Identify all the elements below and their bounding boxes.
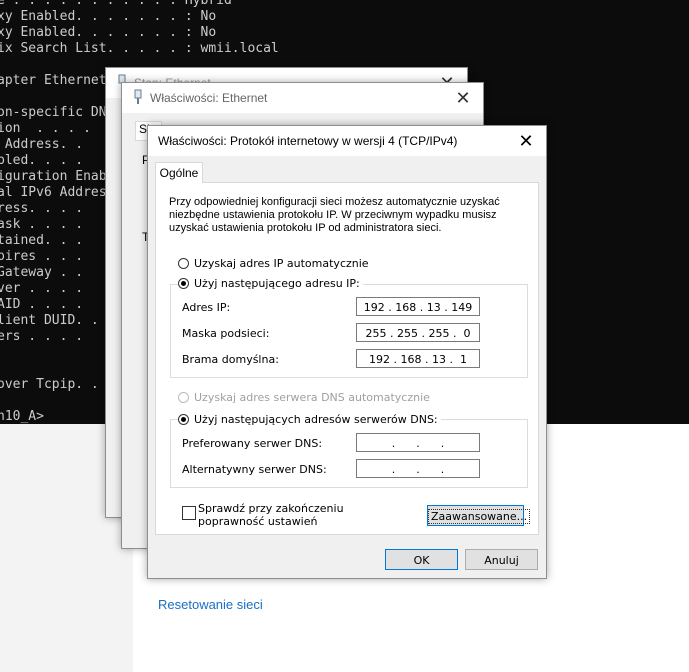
default-gateway-field[interactable]: 192 . 168 . 13 . 1	[356, 349, 480, 368]
window-title: Właściwości: Ethernet	[150, 91, 268, 105]
terminal-line: e . . . . . . . . . . : Hybrid	[0, 0, 232, 8]
preferred-dns-label: Preferowany serwer DNS:	[182, 437, 323, 450]
verify-settings-checkbox[interactable]	[182, 506, 196, 520]
terminal-line: bled. . . .	[0, 153, 84, 168]
terminal-line: ask . . . .	[0, 217, 84, 232]
close-icon[interactable]: ✕	[512, 128, 540, 154]
ip-address-field[interactable]: 192 . 168 . 13 . 149	[356, 297, 480, 316]
radio-icon	[178, 392, 189, 403]
preferred-dns-field[interactable]: . . .	[356, 433, 480, 452]
terminal-line: ion . . . .	[0, 121, 91, 136]
alternate-dns-field[interactable]: . . .	[356, 459, 480, 478]
terminal-line: al IPv6 Addres	[0, 185, 107, 200]
terminal-line: Gateway . .	[0, 265, 84, 280]
subnet-mask-label: Maska podsieci:	[182, 327, 270, 340]
cancel-button[interactable]: Anuluj	[465, 549, 538, 570]
radio-icon	[178, 414, 189, 425]
manual-dns-label: Użyj następujących adresów serwerów DNS:	[194, 413, 438, 426]
dialog-title: Właściwości: Protokół internetowy w wers…	[158, 134, 458, 148]
terminal-line: pires . . .	[0, 249, 84, 264]
description-text: Przy odpowiedniej konfiguracji sieci moż…	[169, 196, 500, 234]
terminal-line: on-specific DN	[0, 105, 107, 120]
network-reset-link[interactable]: Resetowanie sieci	[158, 597, 263, 612]
subnet-mask-field[interactable]: 255 . 255 . 255 . 0	[356, 323, 480, 342]
terminal-line: apter Ethernet	[0, 73, 107, 88]
alternate-dns-label: Alternatywny serwer DNS:	[182, 463, 327, 476]
tab-general[interactable]: Ogólne	[155, 162, 203, 183]
auto-dns-radio[interactable]: Uzyskaj adres serwera DNS automatycznie	[178, 391, 430, 404]
terminal-line: ix Search List. . . . . : wmii.local	[0, 41, 279, 56]
terminal-line: iguration Enab	[0, 169, 107, 184]
radio-icon	[178, 258, 189, 269]
terminal-line: ver . . . .	[0, 281, 84, 296]
verify-settings-label: Sprawdź przy zakończeniu poprawność usta…	[198, 502, 344, 528]
network-adapter-icon	[134, 89, 142, 104]
terminal-line: xy Enabled. . . . . . . : No	[0, 25, 217, 40]
manual-dns-radio[interactable]: Użyj następujących adresów serwerów DNS:	[178, 413, 441, 426]
auto-ip-radio[interactable]: Uzyskaj adres IP automatycznie	[178, 257, 369, 270]
radio-icon	[178, 278, 189, 289]
manual-ip-label: Użyj następującego adresu IP:	[194, 277, 360, 290]
terminal-line: tained. . .	[0, 233, 84, 248]
terminal-line: n10_A>	[0, 409, 44, 424]
terminal-line: AID . . . .	[0, 297, 84, 312]
titlebar: Właściwości: Ethernet ✕	[122, 83, 483, 113]
terminal-line: lient DUID. .	[0, 313, 99, 328]
close-icon[interactable]: ✕	[449, 85, 477, 111]
titlebar: Właściwości: Protokół internetowy w wers…	[148, 126, 546, 156]
terminal-line: ress. . . .	[0, 201, 84, 216]
advanced-button-label: Zaawansowane...	[428, 509, 531, 524]
terminal-line: ers . . . .	[0, 329, 84, 344]
manual-ip-radio[interactable]: Użyj następującego adresu IP:	[178, 277, 363, 290]
ip-address-label: Adres IP:	[182, 301, 231, 314]
terminal-line: xy Enabled. . . . . . . : No	[0, 9, 217, 24]
terminal-line: over Tcpip. .	[0, 377, 99, 392]
auto-ip-label: Uzyskaj adres IP automatycznie	[194, 257, 369, 270]
advanced-button[interactable]: Zaawansowane...	[427, 505, 531, 526]
default-gateway-label: Brama domyślna:	[182, 353, 279, 366]
terminal-line: Address. .	[0, 137, 84, 152]
ok-button[interactable]: OK	[385, 549, 458, 570]
auto-dns-label: Uzyskaj adres serwera DNS automatycznie	[194, 391, 430, 404]
